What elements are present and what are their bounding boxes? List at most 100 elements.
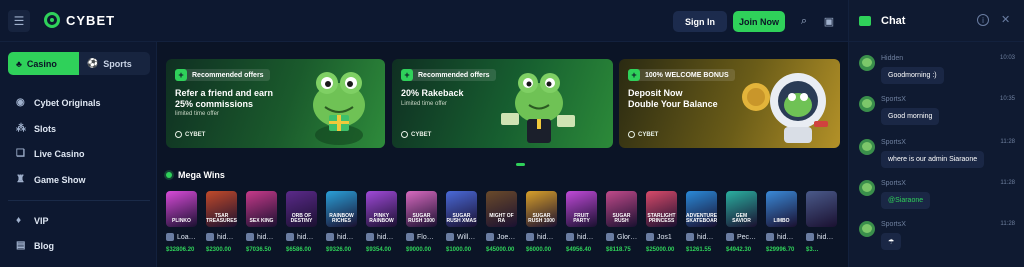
winner-user: hid… [806, 233, 837, 241]
avatar[interactable] [859, 55, 875, 71]
chat-toggle-button[interactable]: ▣ [819, 11, 839, 31]
mega-win-card[interactable]: SUGAR RUSH XMAS Will… $1000.00 [446, 191, 477, 253]
avatar[interactable] [859, 221, 875, 237]
mega-win-card[interactable]: LIMBO hid… $29996.70 [766, 191, 797, 253]
main-content: + Recommended offers Refer a friend and e… [157, 42, 848, 267]
mega-win-card[interactable]: SUGAR RUSH Glor… $8118.75 [606, 191, 637, 253]
tab-casino[interactable]: ♣ Casino [8, 52, 79, 75]
rank-shield-icon [246, 233, 254, 241]
mega-win-card[interactable]: PLINKO Loa… $32806.20 [166, 191, 197, 253]
offer-tag-label: 100% WELCOME BONUS [645, 71, 729, 79]
mega-win-card[interactable]: SEX KING hid… $7036.50 [246, 191, 277, 253]
game-thumbnail[interactable]: LIMBO [766, 191, 797, 227]
avatar[interactable] [859, 96, 875, 112]
mega-win-card[interactable]: GEM SAVIOR Pec… $4942.30 [726, 191, 757, 253]
game-thumbnail[interactable]: SUGAR RUSH XMAS [446, 191, 477, 227]
game-thumbnail[interactable]: ADVENTURE SKATEBOARD [686, 191, 717, 227]
game-thumbnail[interactable]: SEX KING [246, 191, 277, 227]
chat-username[interactable]: Hidden [881, 55, 903, 62]
sidebar-item-blog[interactable]: ▤ Blog [16, 241, 146, 252]
winner-name: hid… [377, 233, 394, 241]
rank-shield-icon [686, 233, 694, 241]
mega-win-card[interactable]: SUGAR RUSH 1000 hid… $6000.00 [526, 191, 557, 253]
avatar[interactable] [859, 139, 875, 155]
game-title: ORB OF DESTINY [290, 213, 313, 224]
promo-banner-referral[interactable]: + Recommended offers Refer a friend and e… [166, 59, 385, 148]
win-amount: $6000.00 [526, 247, 552, 253]
win-amount: $2300.00 [206, 247, 232, 253]
rank-shield-icon [526, 233, 534, 241]
promo-banner-welcome-bonus[interactable]: +100% WELCOME BONUS Deposit Now Double Yo… [619, 59, 840, 148]
carousel-indicator[interactable] [516, 163, 525, 166]
originals-icon: ◉ [16, 97, 25, 108]
chat-username[interactable]: SportsX [881, 96, 906, 103]
banner-title-line: 25% commissions [175, 99, 254, 109]
banner-subtitle: Limited time offer [401, 101, 447, 107]
game-title: LIMBO [773, 218, 790, 224]
game-thumbnail[interactable]: SUGAR RUSH 1000 [526, 191, 557, 227]
mega-win-card[interactable]: SUGAR RUSH 1000 Flo… $9000.00 [406, 191, 437, 253]
mega-win-card[interactable]: ORB OF DESTINY hid… $6586.00 [286, 191, 317, 253]
mega-win-card[interactable]: FRUIT PARTY hid… $4956.40 [566, 191, 597, 253]
sidebar-item-live-casino[interactable]: ❏ Live Casino [16, 149, 146, 160]
game-thumbnail[interactable]: SUGAR RUSH 1000 [406, 191, 437, 227]
game-thumbnail[interactable]: SUGAR RUSH [606, 191, 637, 227]
win-amount: $9354.00 [366, 247, 392, 253]
game-thumbnail[interactable] [806, 191, 837, 227]
game-thumbnail[interactable]: STARLIGHT PRINCESS [646, 191, 677, 227]
chat-title: Chat [881, 15, 906, 27]
mega-win-card[interactable]: RAINBOW RICHES hid… $9326.00 [326, 191, 357, 253]
game-thumbnail[interactable]: RAINBOW RICHES [326, 191, 357, 227]
banner-brand-label: CYBET [411, 131, 432, 138]
mega-wins-list: PLINKO Loa… $32806.20 TSAR TREASURES hid… $23… [166, 191, 848, 267]
sidebar-item-game-show[interactable]: ♜ Game Show [16, 175, 146, 186]
tab-label: Sports [103, 58, 132, 69]
game-thumbnail[interactable]: ORB OF DESTINY [286, 191, 317, 227]
sign-in-button[interactable]: Sign In [673, 11, 727, 32]
offer-tag: + Recommended offers [175, 69, 270, 81]
mega-win-card[interactable]: PINKY RAINBOW hid… $9354.00 [366, 191, 397, 253]
mega-win-card[interactable]: hid… $3… [806, 191, 837, 253]
sidebar-item-vip[interactable]: ♦ VIP [16, 216, 146, 227]
game-thumbnail[interactable]: TSAR TREASURES [206, 191, 237, 227]
plus-icon: + [628, 69, 640, 81]
winner-user: Pec… [726, 233, 757, 241]
game-thumbnail[interactable]: PLINKO [166, 191, 197, 227]
game-thumbnail[interactable]: FRUIT PARTY [566, 191, 597, 227]
join-now-button[interactable]: Join Now [733, 11, 785, 32]
chat-username[interactable]: SportsX [881, 139, 906, 146]
logo-icon [44, 12, 60, 28]
close-icon[interactable]: ✕ [1001, 13, 1010, 26]
avatar[interactable] [859, 180, 875, 196]
sidebar-item-label: Live Casino [34, 149, 85, 159]
sidebar-divider [8, 200, 150, 201]
logo[interactable]: CYBET [44, 12, 115, 28]
search-button[interactable]: ⌕ [794, 11, 814, 31]
chat-username[interactable]: SportsX [881, 221, 906, 228]
mega-win-card[interactable]: TSAR TREASURES hid… $2300.00 [206, 191, 237, 253]
game-thumbnail[interactable]: PINKY RAINBOW [366, 191, 397, 227]
slots-icon: ⁂ [16, 123, 26, 134]
game-title: MIGHT OF RA [489, 213, 514, 224]
mega-win-card[interactable]: STARLIGHT PRINCESS Jos1 $25000.00 [646, 191, 677, 253]
sidebar-item-slots[interactable]: ⁂ Slots [16, 123, 146, 135]
promo-banner-rakeback[interactable]: + Recommended offers 20% Rakeback Limited… [392, 59, 613, 148]
chat-timestamp: 11:28 [1000, 221, 1015, 227]
live-dot-icon [166, 172, 172, 178]
chat-username[interactable]: SportsX [881, 180, 906, 187]
mega-win-card[interactable]: ADVENTURE SKATEBOARD hid… $1261.55 [686, 191, 717, 253]
game-thumbnail[interactable]: MIGHT OF RA [486, 191, 517, 227]
mega-win-card[interactable]: MIGHT OF RA Joe… $45000.00 [486, 191, 517, 253]
info-icon[interactable]: i [977, 14, 989, 26]
menu-toggle-button[interactable]: ☰ [8, 10, 30, 32]
game-thumbnail[interactable]: GEM SAVIOR [726, 191, 757, 227]
chat-timestamp: 10:03 [999, 55, 1015, 61]
winner-user: Will… [446, 233, 477, 241]
winner-user: Jos1 [646, 233, 677, 241]
rank-shield-icon [806, 233, 814, 241]
chat-timestamp: 10:35 [999, 96, 1015, 102]
sidebar-item-cybet-originals[interactable]: ◉ Cybet Originals [16, 97, 146, 109]
tab-sports[interactable]: ⚽ Sports [79, 52, 150, 75]
offer-tag: + Recommended offers [401, 69, 496, 81]
game-title: ADVENTURE SKATEBOARD [686, 213, 717, 224]
